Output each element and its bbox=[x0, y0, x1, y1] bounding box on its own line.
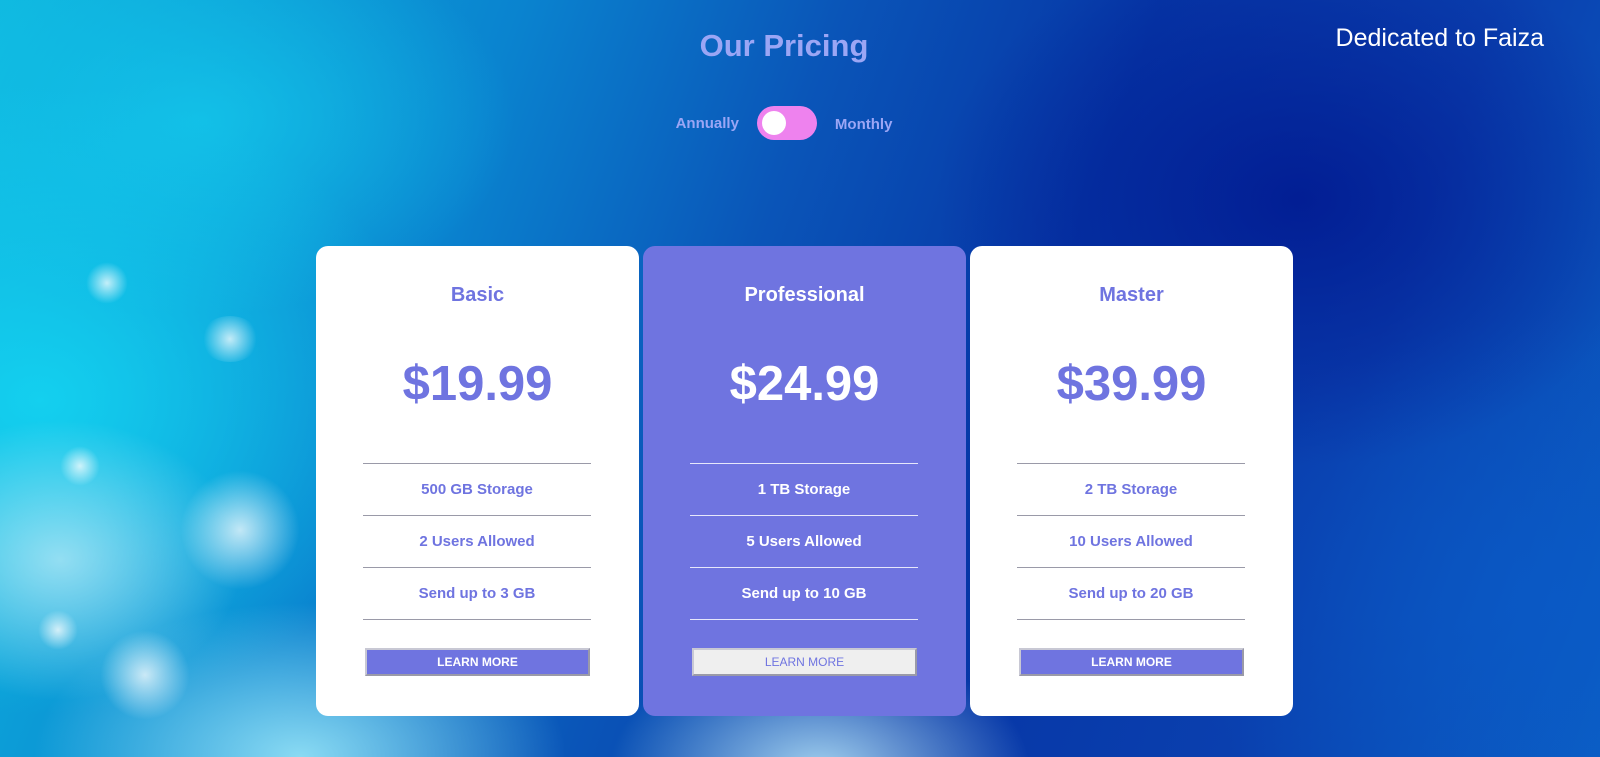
feature-item: Send up to 3 GB bbox=[363, 568, 591, 620]
toggle-knob[interactable] bbox=[761, 111, 786, 135]
background-bokeh bbox=[180, 470, 300, 590]
feature-item: 2 Users Allowed bbox=[363, 516, 591, 568]
monthly-label[interactable]: Monthly bbox=[835, 116, 893, 133]
feature-item: Send up to 10 GB bbox=[690, 568, 918, 620]
background-bokeh bbox=[38, 610, 78, 650]
annually-label[interactable]: Annually bbox=[676, 115, 739, 132]
feature-list: 2 TB Storage 10 Users Allowed Send up to… bbox=[1017, 463, 1245, 620]
plan-name: Basic bbox=[450, 284, 505, 306]
background-bokeh bbox=[200, 316, 260, 362]
page-title: Our Pricing bbox=[699, 28, 869, 63]
background-bokeh bbox=[86, 262, 128, 304]
plan-card-professional: Professional $24.99 1 TB Storage 5 Users… bbox=[643, 246, 966, 716]
feature-list: 1 TB Storage 5 Users Allowed Send up to … bbox=[690, 463, 918, 620]
feature-item: 10 Users Allowed bbox=[1017, 516, 1245, 568]
plan-card-master: Master $39.99 2 TB Storage 10 Users Allo… bbox=[970, 246, 1293, 716]
plan-price: $24.99 bbox=[729, 357, 880, 411]
learn-more-button[interactable]: LEARN MORE bbox=[365, 648, 590, 676]
feature-item: 2 TB Storage bbox=[1017, 464, 1245, 516]
feature-list: 500 GB Storage 2 Users Allowed Send up t… bbox=[363, 463, 591, 620]
plan-name: Professional bbox=[744, 284, 865, 306]
feature-item: 1 TB Storage bbox=[690, 464, 918, 516]
pricing-cards: Basic $19.99 500 GB Storage 2 Users Allo… bbox=[316, 246, 1293, 716]
plan-name: Master bbox=[1099, 284, 1164, 306]
background-bokeh bbox=[60, 446, 100, 486]
billing-period-toggle[interactable] bbox=[756, 106, 817, 140]
feature-item: 5 Users Allowed bbox=[690, 516, 918, 568]
feature-item: Send up to 20 GB bbox=[1017, 568, 1245, 620]
billing-period-toggle-group: Annually Monthly bbox=[0, 106, 1568, 140]
learn-more-button[interactable]: LEARN MORE bbox=[692, 648, 917, 676]
plan-price: $19.99 bbox=[402, 357, 553, 411]
feature-item: 500 GB Storage bbox=[363, 464, 591, 516]
plan-price: $39.99 bbox=[1056, 357, 1207, 411]
background-bokeh bbox=[100, 630, 190, 720]
plan-card-basic: Basic $19.99 500 GB Storage 2 Users Allo… bbox=[316, 246, 639, 716]
learn-more-button[interactable]: LEARN MORE bbox=[1019, 648, 1244, 676]
